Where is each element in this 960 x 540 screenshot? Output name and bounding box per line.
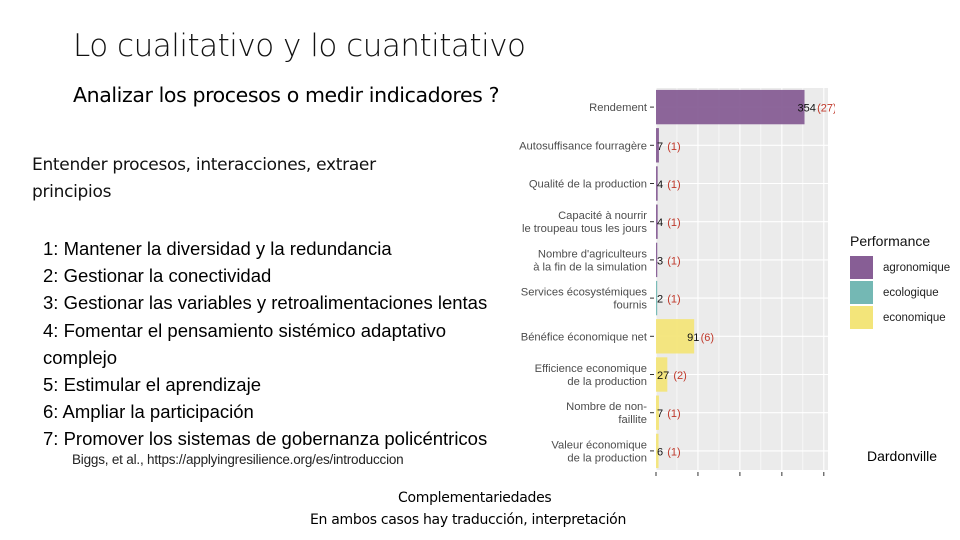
category-label: Efficience economique	[535, 363, 647, 375]
image-credit: Dardonville	[867, 448, 938, 464]
category-label: de la production	[567, 452, 647, 464]
legend-swatch	[850, 281, 873, 304]
principle-item: 2: Gestionar la conectividad	[43, 265, 272, 287]
footer-line-2: En ambos casos hay traducción, interpret…	[310, 512, 627, 528]
principle-item: 4: Fomentar el pensamiento sistémico ada…	[43, 319, 447, 368]
category-label: Nombre d'agriculteurs	[538, 248, 647, 260]
principles-list: 1: Mantener la diversidad y la redundanc…	[43, 235, 493, 453]
value-label: 354	[798, 103, 816, 115]
category-label: Valeur économique	[551, 439, 647, 451]
count-label: (1)	[667, 179, 680, 191]
category-label: à la fin de la simulation	[533, 261, 647, 273]
count-label: (6)	[701, 332, 714, 344]
category-label: le troupeau tous les jours	[522, 223, 647, 235]
category-label: Capacité à nourrir	[558, 210, 647, 222]
principle-item: 3: Gestionar las variables y retroalimen…	[43, 292, 488, 314]
category-label: Services écosystémiques	[521, 287, 648, 299]
category-label: faillite	[618, 414, 647, 426]
citation-text: Biggs, et al., https://applyingresilienc…	[72, 452, 404, 467]
count-label: (27)	[817, 103, 835, 115]
legend-item-agronomique: agronomique	[850, 255, 950, 280]
value-label: 2	[657, 294, 663, 306]
value-label: 27	[657, 370, 669, 382]
value-label: 4	[657, 217, 663, 229]
category-label: Rendement	[589, 102, 648, 114]
legend-label: agronomique	[883, 261, 951, 274]
value-label: 4	[657, 179, 663, 191]
legend-swatch	[850, 256, 873, 279]
count-label: (2)	[673, 370, 686, 382]
category-label: Qualité de la production	[529, 179, 647, 191]
count-label: (1)	[667, 294, 680, 306]
category-label: fournis	[613, 300, 647, 312]
legend-label: economique	[883, 311, 946, 324]
count-label: (1)	[667, 141, 680, 153]
count-label: (1)	[667, 255, 680, 267]
value-label: 91	[687, 332, 699, 344]
count-label: (1)	[667, 446, 680, 458]
principle-item: 6: Ampliar la participación	[43, 401, 254, 423]
footer-line-1: Complementariedades	[398, 490, 552, 506]
principle-item: 7: Promover los sistemas de gobernanza p…	[43, 428, 488, 450]
principle-item: 1: Mantener la diversidad y la redundanc…	[43, 238, 392, 259]
category-label: Bénéfice économique net	[521, 331, 648, 343]
category-label: de la production	[567, 376, 647, 388]
value-label: 7	[657, 141, 663, 153]
legend-label: ecologique	[883, 286, 939, 299]
legend-swatch	[850, 306, 873, 329]
bar-chart: 354 (27) Rendement 7 (1) Autosuffisance fourr…	[519, 88, 835, 476]
value-label: 3	[657, 255, 663, 267]
principle-item: 5: Estimular el aprendizaje	[43, 374, 261, 396]
category-label: Autosuffisance fourragère	[519, 140, 647, 152]
slide-title: Lo cualitativo y lo cuantitativo	[73, 28, 526, 64]
bar-1	[656, 89, 805, 125]
legend-item-ecologique: ecologique	[850, 280, 950, 305]
category-label: Nombre de non-	[566, 401, 647, 413]
count-label: (1)	[667, 217, 680, 229]
legend-title: Performance	[850, 233, 931, 249]
count-label: (1)	[667, 408, 680, 420]
chart-legend: Performance agronomique ecologique econo…	[850, 233, 950, 330]
slide-subtitle: Analizar los procesos o medir indicadore…	[73, 83, 500, 107]
value-label: 7	[657, 408, 663, 420]
legend-item-economique: economique	[850, 305, 950, 330]
intro-text: Entender procesos, interacciones, extrae…	[32, 155, 376, 202]
value-label: 6	[657, 446, 663, 458]
